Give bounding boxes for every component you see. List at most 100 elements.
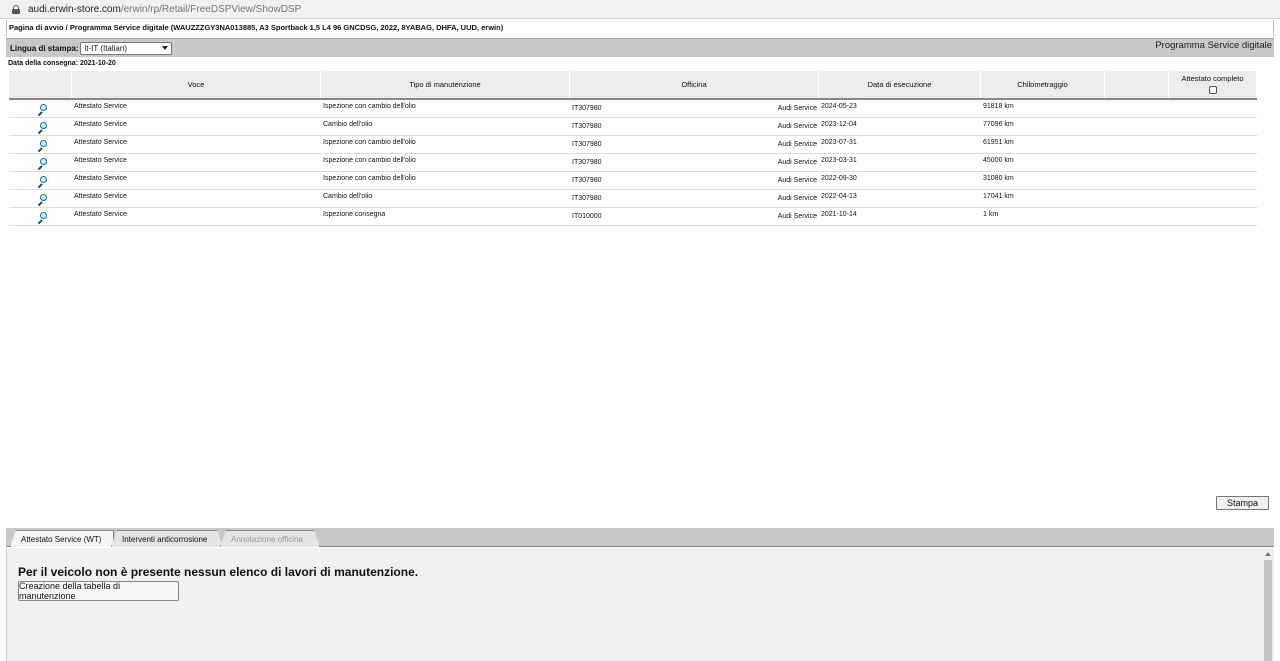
header-icon-col	[9, 71, 72, 98]
print-button[interactable]: Stampa	[1216, 496, 1269, 510]
scroll-thumb[interactable]	[1264, 560, 1272, 661]
header-data: Data di esecuzione	[819, 71, 981, 98]
row-officina: IT307980 Audi Service	[570, 190, 819, 207]
row-km: 91818 km	[983, 103, 1014, 110]
print-language-label: Lingua di stampa:	[10, 43, 79, 53]
row-tipo: Ispezione con cambio dell'olio	[323, 175, 416, 182]
panel-scrollbar[interactable]	[1262, 548, 1274, 661]
row-workshop-name: Audi Service	[777, 159, 817, 166]
row-cell-icon	[9, 208, 72, 225]
row-empty	[1105, 100, 1169, 117]
row-workshop-name: Audi Service	[777, 213, 817, 220]
row-date: 2022-04-13	[821, 193, 857, 200]
row-tipo: Cambio dell'olio	[323, 121, 373, 128]
tabs-bar: Attestato Service (WT) Interventi antico…	[6, 528, 1274, 547]
row-date: 2022-09-30	[821, 175, 857, 182]
header-tipo: Tipo di manutenzione	[321, 71, 570, 98]
breadcrumb: Pagina di avvio / Programma Service digi…	[6, 20, 1274, 37]
service-table: Voce Tipo di manutenzione Officina Data …	[9, 71, 1257, 226]
row-attestato	[1169, 208, 1257, 225]
create-maintenance-table-button[interactable]: Creazione della tabella di manutenzione	[18, 581, 179, 601]
row-empty	[1105, 190, 1169, 207]
magnifier-icon[interactable]	[36, 104, 47, 115]
table-row: Attestato Service Ispezione con cambio de…	[9, 136, 1257, 154]
row-km: 1 km	[983, 211, 999, 218]
tab-attestato-service[interactable]: Attestato Service (WT)	[10, 530, 114, 547]
attestato-checkbox[interactable]	[1208, 86, 1217, 94]
row-empty	[1105, 154, 1169, 171]
row-voce: Attestato Service	[74, 139, 127, 146]
row-km: 45000 km	[983, 157, 1014, 164]
print-language-select[interactable]: it-IT (Italian)	[80, 41, 173, 55]
magnifier-icon[interactable]	[36, 194, 47, 205]
row-workshop-name: Audi Service	[777, 141, 817, 148]
row-cell-icon	[9, 100, 72, 117]
row-tipo: Ispezione con cambio dell'olio	[323, 103, 416, 110]
header-attestato: Attestato completo	[1169, 71, 1257, 98]
scroll-up-icon[interactable]	[1265, 552, 1271, 556]
row-km: 17041 km	[983, 193, 1014, 200]
row-empty	[1105, 208, 1169, 225]
row-empty	[1105, 118, 1169, 135]
magnifier-icon[interactable]	[36, 176, 47, 187]
row-workshop-code: IT010000	[572, 213, 602, 220]
row-attestato	[1169, 118, 1257, 135]
row-attestato	[1169, 154, 1257, 171]
magnifier-icon[interactable]	[36, 158, 47, 169]
header-attestato-label: Attestato completo	[1181, 74, 1244, 83]
row-voce: Attestato Service	[74, 211, 127, 218]
table-row: Attestato Service Ispezione con cambio de…	[9, 154, 1257, 172]
row-km: 77096 km	[983, 121, 1014, 128]
header-km: Chilometraggio	[981, 71, 1105, 98]
row-attestato	[1169, 100, 1257, 117]
row-officina: IT307980 Audi Service	[570, 172, 819, 189]
table-header: Voce Tipo di manutenzione Officina Data …	[9, 71, 1257, 100]
row-voce: Attestato Service	[74, 103, 127, 110]
tab-annotazione-officina[interactable]: Annotazione officina	[220, 530, 320, 547]
row-workshop-name: Audi Service	[777, 177, 817, 184]
row-workshop-code: IT307980	[572, 159, 602, 166]
magnifier-icon[interactable]	[36, 122, 47, 133]
table-row: Attestato Service Ispezione con cambio de…	[9, 100, 1257, 118]
row-date: 2023-12-04	[821, 121, 857, 128]
row-workshop-code: IT307980	[572, 195, 602, 202]
row-date: 2024-05-23	[821, 103, 857, 110]
row-attestato	[1169, 172, 1257, 189]
table-row: Attestato Service Ispezione consegna IT010…	[9, 208, 1257, 226]
row-tipo: Ispezione consegna	[323, 211, 386, 218]
row-tipo: Ispezione con cambio dell'olio	[323, 139, 416, 146]
tab-interventi-anticorrosione[interactable]: Interventi anticorrosione	[111, 530, 223, 547]
row-attestato	[1169, 190, 1257, 207]
table-row: Attestato Service Cambio dell'olio IT30798…	[9, 190, 1257, 208]
row-officina: IT307980 Audi Service	[570, 100, 819, 117]
row-date: 2021-10-14	[821, 211, 857, 218]
row-cell-icon	[9, 118, 72, 135]
magnifier-icon[interactable]	[36, 212, 47, 223]
row-officina: IT307980 Audi Service	[570, 154, 819, 171]
language-bar: Lingua di stampa: it-IT (Italian) Progra…	[6, 38, 1274, 57]
magnifier-icon[interactable]	[36, 140, 47, 151]
row-voce: Attestato Service	[74, 193, 127, 200]
table-row: Attestato Service Cambio dell'olio IT30798…	[9, 118, 1257, 136]
row-date: 2023-03-31	[821, 157, 857, 164]
row-workshop-code: IT307980	[572, 105, 602, 112]
row-empty	[1105, 136, 1169, 153]
url-path: /erwin/rp/Retail/FreeDSPView/ShowDSP	[120, 3, 302, 15]
row-km: 31080 km	[983, 175, 1014, 182]
row-workshop-code: IT307980	[572, 177, 602, 184]
header-empty	[1105, 71, 1169, 98]
table-row: Attestato Service Ispezione con cambio de…	[9, 172, 1257, 190]
lock-icon	[12, 4, 20, 14]
header-voce: Voce	[72, 71, 321, 98]
row-empty	[1105, 172, 1169, 189]
row-tipo: Ispezione con cambio dell'olio	[323, 157, 416, 164]
row-officina: IT307980 Audi Service	[570, 136, 819, 153]
address-bar[interactable]: audi.erwin-store.com/erwin/rp/Retail/Fre…	[0, 0, 1280, 19]
row-workshop-name: Audi Service	[777, 123, 817, 130]
print-language-value: it-IT (Italian)	[84, 43, 127, 53]
chevron-down-icon	[162, 46, 169, 50]
no-maintenance-message: Per il veicolo non è presente nessun ele…	[18, 565, 419, 579]
row-officina: IT307980 Audi Service	[570, 118, 819, 135]
program-title: Programma Service digitale	[1155, 40, 1272, 51]
row-workshop-code: IT307980	[572, 141, 602, 148]
